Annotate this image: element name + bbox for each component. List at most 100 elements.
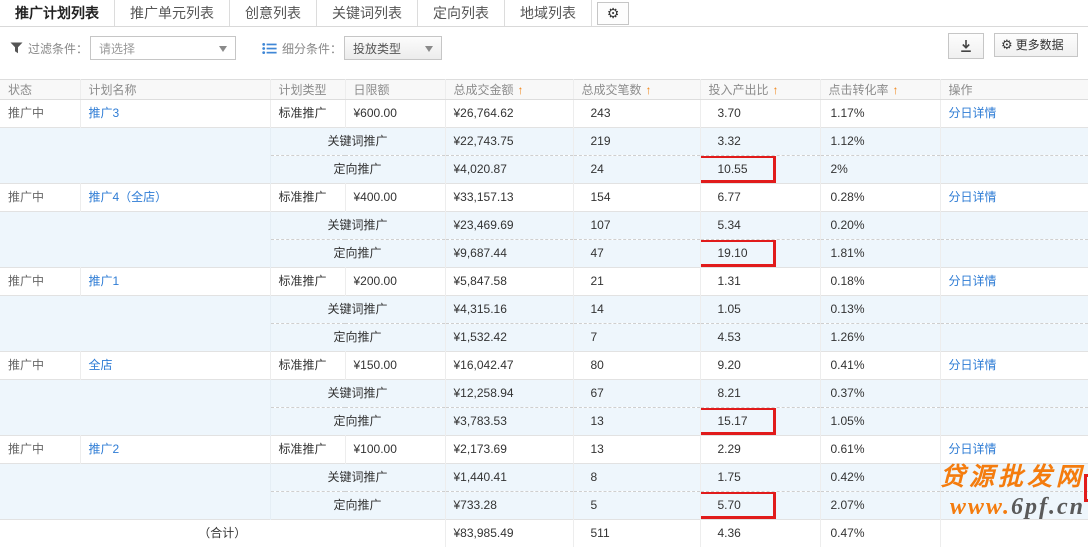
amount-cell: ¥3,783.53 [445,408,573,436]
amount-cell: ¥9,687.44 [445,240,573,268]
roi-cell-highlighted: 5.70 [700,492,820,520]
amount-cell: ¥23,469.69 [445,212,573,240]
segment-select-value: 投放类型 [353,40,401,57]
filter-select[interactable]: 请选择 [90,36,236,60]
campaign-row: 推广中推广4（全店）标准推广¥400.00¥33,157.131546.770.… [0,184,1088,212]
settings-gear-button[interactable]: ⚙ [597,2,629,25]
roi-cell: 6.77 [700,184,820,212]
daily-detail-link[interactable]: 分日详情 [949,358,997,372]
table-header-row: 状态计划名称计划类型日限额总成交金额↑总成交笔数↑投入产出比↑点击转化率↑操作 [0,80,1088,100]
column-header-label: 计划名称 [89,83,137,97]
campaign-link[interactable]: 推广4（全店） [89,190,168,204]
campaign-link[interactable]: 推广1 [89,274,120,288]
column-header: 状态 [0,80,80,100]
sort-ascending-icon[interactable]: ↑ [773,83,779,97]
sub-type-cell: 关键词推广 [270,212,445,240]
action-cell [940,464,1088,492]
sub-type-cell: 关键词推广 [270,464,445,492]
column-header-label: 操作 [949,83,973,97]
sub-row: 关键词推广¥12,258.94678.210.37% [0,380,1088,408]
amount-cell: ¥83,985.49 [445,520,573,547]
status-cell: 推广中 [0,352,80,380]
campaign-name-cell: 推广2 [80,436,270,464]
sub-row: 关键词推广¥22,743.752193.321.12% [0,128,1088,156]
roi-cell: 2.29 [700,436,820,464]
campaign-name-cell: 推广1 [80,268,270,296]
daily-detail-link[interactable]: 分日详情 [949,274,997,288]
orders-cell: 47 [573,240,700,268]
tab-keyword-list[interactable]: 关键词列表 [317,0,418,26]
funnel-icon [10,42,23,54]
daily-detail-link[interactable]: 分日详情 [949,106,997,120]
plan-type-cell: 标准推广 [270,184,345,212]
campaign-link[interactable]: 全店 [89,358,113,372]
orders-cell: 219 [573,128,700,156]
orders-cell: 8 [573,464,700,492]
gear-icon: ⚙ [607,5,620,22]
segment-select[interactable]: 投放类型 [344,36,442,60]
cvr-cell: 0.42% [820,464,940,492]
campaign-link[interactable]: 推广2 [89,442,120,456]
column-header[interactable]: 投入产出比↑ [700,80,820,100]
plan-type-cell: 标准推广 [270,100,345,128]
tab-targeting-list[interactable]: 定向列表 [418,0,505,26]
column-header-label: 总成交金额 [454,83,514,97]
sub-row-spacer [0,128,270,184]
cvr-cell: 1.12% [820,128,940,156]
cvr-cell: 2% [820,156,940,184]
campaign-link[interactable]: 推广3 [89,106,120,120]
column-header-label: 计划类型 [279,83,327,97]
column-header: 操作 [940,80,1088,100]
roi-cell: 1.75 [700,464,820,492]
cvr-cell: 1.05% [820,408,940,436]
campaign-name-cell: 推广4（全店） [80,184,270,212]
daily-detail-link[interactable]: 分日详情 [949,190,997,204]
campaign-name-cell: 全店 [80,352,270,380]
amount-cell: ¥4,020.87 [445,156,573,184]
action-cell: 分日详情 [940,184,1088,212]
sub-type-cell: 定向推广 [270,408,445,436]
tab-creative-list[interactable]: 创意列表 [230,0,317,26]
column-header: 日限额 [345,80,445,100]
action-cell [940,492,1088,520]
column-header[interactable]: 总成交金额 ↑ [445,80,573,100]
tab-region-list[interactable]: 地域列表 [505,0,592,26]
orders-cell: 21 [573,268,700,296]
cvr-cell: 2.07% [820,492,940,520]
tab-unit-list[interactable]: 推广单元列表 [115,0,230,26]
column-header-label: 总成交笔数 [582,83,642,97]
tab-plan-list[interactable]: 推广计划列表 [0,0,115,26]
daily-detail-link[interactable]: 分日详情 [949,442,997,456]
sub-row: 关键词推广¥23,469.691075.340.20% [0,212,1088,240]
campaign-row: 推广中推广3标准推广¥600.00¥26,764.622433.701.17%分… [0,100,1088,128]
sort-ascending-icon[interactable]: ↑ [646,83,652,97]
column-header[interactable]: 总成交笔数 ↑ [573,80,700,100]
roi-cell: 1.31 [700,268,820,296]
total-label-cell: （合计） [0,520,445,547]
cvr-cell: 1.17% [820,100,940,128]
action-cell [940,408,1088,436]
more-data-label: 更多数据 [1016,38,1064,52]
tab-bar: 推广计划列表推广单元列表创意列表关键词列表定向列表地域列表 ⚙ [0,0,1088,27]
column-header[interactable]: 点击转化率↑ [820,80,940,100]
cvr-cell: 0.41% [820,352,940,380]
more-data-button[interactable]: ⚙更多数据 [994,33,1078,57]
roi-cell: 8.21 [700,380,820,408]
sub-type-cell: 关键词推广 [270,128,445,156]
download-button[interactable] [948,33,984,59]
action-cell [940,212,1088,240]
amount-cell: ¥4,315.16 [445,296,573,324]
orders-cell: 243 [573,100,700,128]
orders-cell: 5 [573,492,700,520]
orders-cell: 67 [573,380,700,408]
sub-type-cell: 关键词推广 [270,296,445,324]
roi-cell: 9.20 [700,352,820,380]
sub-type-cell: 定向推广 [270,240,445,268]
sub-type-cell: 定向推广 [270,156,445,184]
orders-cell: 107 [573,212,700,240]
sub-row-spacer [0,212,270,268]
sort-ascending-icon[interactable]: ↑ [518,83,524,97]
sort-ascending-icon[interactable]: ↑ [893,83,899,97]
segment-label: 细分条件： [282,40,342,57]
orders-cell: 7 [573,324,700,352]
